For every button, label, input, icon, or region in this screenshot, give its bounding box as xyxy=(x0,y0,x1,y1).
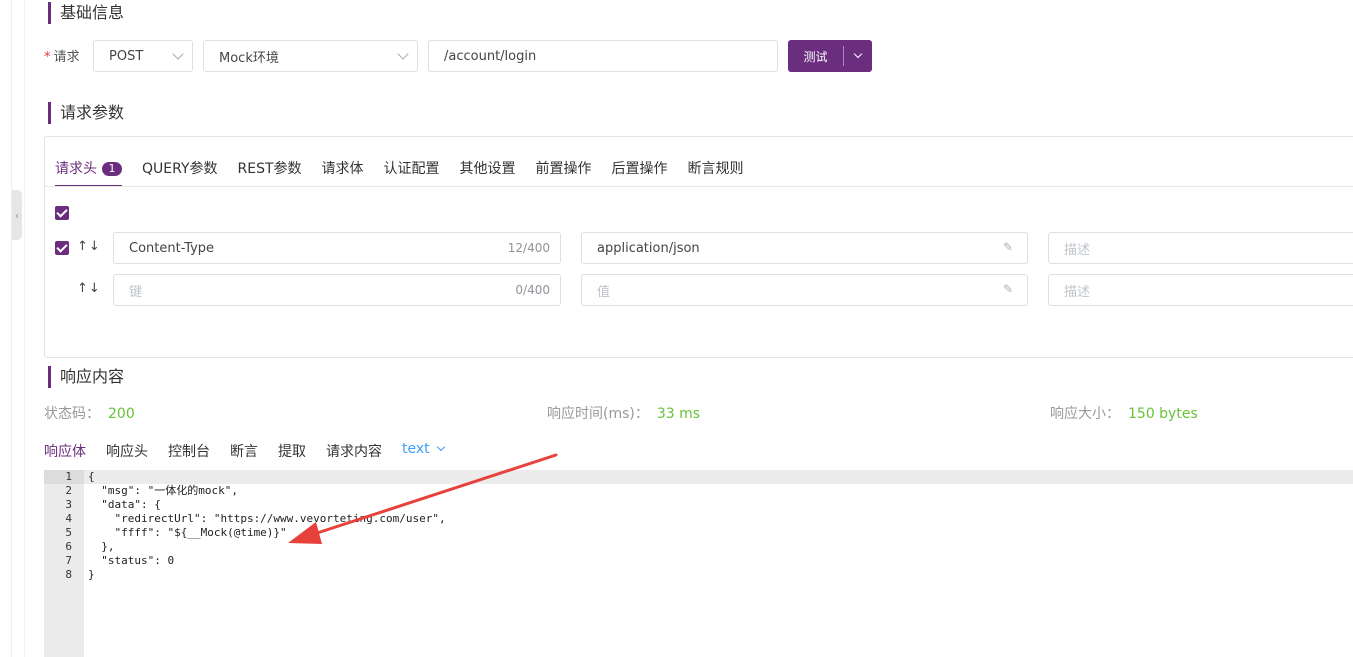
header-value-text: application/json xyxy=(597,240,700,256)
line-number: 1 xyxy=(65,470,72,483)
count-badge: 1 xyxy=(102,162,122,176)
line-number: 8 xyxy=(65,568,72,581)
param-tabs: 请求头 1 QUERY参数 REST参数 请求体 认证配置 其他设置 前置操作 后… xyxy=(55,155,764,187)
line-number: 2 xyxy=(65,484,72,497)
code-line: 5 "ffff": "${__Mock(@time)}" xyxy=(44,526,1353,540)
sort-arrows-icon[interactable]: ↑↓ xyxy=(77,239,101,254)
value-placeholder: 值 xyxy=(597,284,611,300)
tab-pre-operations[interactable]: 前置操作 xyxy=(536,155,592,187)
tab-other-settings[interactable]: 其他设置 xyxy=(460,155,516,187)
request-label-text: 请求 xyxy=(53,50,80,65)
section-title-response: 响应内容 xyxy=(48,366,124,388)
tab-request-headers[interactable]: 请求头 1 xyxy=(55,155,122,187)
sort-arrows-icon[interactable]: ↑↓ xyxy=(77,281,101,296)
left-rail xyxy=(0,0,25,657)
chevron-left-icon: ‹ xyxy=(14,208,20,222)
tab-query-params[interactable]: QUERY参数 xyxy=(142,155,218,187)
header-desc-input[interactable]: 描述 xyxy=(1048,232,1353,264)
key-placeholder: 键 xyxy=(129,284,143,300)
line-code: "status": 0 xyxy=(88,554,175,567)
test-dropdown-button[interactable] xyxy=(844,40,872,72)
header-row-checkbox[interactable] xyxy=(55,241,69,255)
header-key-input[interactable]: Content-Type 12/400 xyxy=(113,232,561,264)
environment-select[interactable]: Mock环境 xyxy=(203,40,418,72)
tab-console[interactable]: 控制台 xyxy=(168,441,210,465)
line-code: "msg": "一体化的mock", xyxy=(88,484,238,497)
tab-extract[interactable]: 提取 xyxy=(278,441,306,465)
chevron-down-icon xyxy=(436,442,445,452)
test-button[interactable]: 测试 xyxy=(788,46,844,66)
line-number: 3 xyxy=(65,498,72,511)
code-line: 6 }, xyxy=(44,540,1353,554)
section-title-basic-info: 基础信息 xyxy=(48,2,124,24)
response-editor[interactable]: 1{ 2 "msg": "一体化的mock", 3 "data": { 4 "r… xyxy=(44,470,1353,657)
status-label: 状态码： xyxy=(44,406,100,422)
line-code: }, xyxy=(88,540,115,553)
edit-icon[interactable]: ✎ xyxy=(1003,282,1017,296)
line-code: "data": { xyxy=(88,498,161,511)
tab-response-headers[interactable]: 响应头 xyxy=(106,441,148,465)
edit-icon[interactable]: ✎ xyxy=(1003,240,1017,254)
format-value: text xyxy=(402,441,430,457)
code-line: 8} xyxy=(44,568,1353,582)
line-code: } xyxy=(88,568,95,581)
response-time: 响应时间(ms)： 33 ms xyxy=(547,403,700,423)
status-code: 状态码： 200 xyxy=(44,403,135,423)
code-line: 3 "data": { xyxy=(44,498,1353,512)
collapse-sidebar-handle[interactable]: ‹ xyxy=(12,190,22,240)
header-value-input[interactable]: application/json ✎ xyxy=(581,232,1028,264)
tab-label: 请求头 xyxy=(55,161,97,177)
tab-request-content[interactable]: 请求内容 xyxy=(326,441,382,465)
line-number: 5 xyxy=(65,526,72,539)
size-label: 响应大小： xyxy=(1050,406,1120,422)
line-code: { xyxy=(88,470,95,483)
desc-placeholder: 描述 xyxy=(1064,242,1091,258)
url-value: /account/login xyxy=(444,48,537,64)
header-value-input[interactable]: 值 ✎ xyxy=(581,274,1028,306)
test-button-group: 测试 xyxy=(788,40,872,72)
line-code: "ffff": "${__Mock(@time)}" xyxy=(88,526,287,539)
section-title-request-params: 请求参数 xyxy=(48,102,124,124)
size-value: 150 bytes xyxy=(1128,406,1198,422)
char-count: 12/400 xyxy=(507,241,550,255)
url-input[interactable]: /account/login xyxy=(428,40,778,72)
tab-post-operations[interactable]: 后置操作 xyxy=(612,155,668,187)
line-code: "redirectUrl": "https://www.vevorteting.… xyxy=(88,512,446,525)
char-count: 0/400 xyxy=(515,283,550,297)
code-line: 4 "redirectUrl": "https://www.vevortetin… xyxy=(44,512,1353,526)
code-line: 7 "status": 0 xyxy=(44,554,1353,568)
line-number: 7 xyxy=(65,554,72,567)
line-number: 4 xyxy=(65,512,72,525)
tab-rest-params[interactable]: REST参数 xyxy=(238,155,302,187)
response-tabs: 响应体 响应头 控制台 断言 提取 请求内容 text xyxy=(44,441,464,465)
method-select[interactable]: POST xyxy=(93,40,193,72)
header-key-input[interactable]: 键 0/400 xyxy=(113,274,561,306)
tabs-divider xyxy=(45,186,1353,187)
chevron-down-icon xyxy=(172,48,184,60)
tab-response-body[interactable]: 响应体 xyxy=(44,441,86,465)
tab-assertion-rules[interactable]: 断言规则 xyxy=(688,155,744,187)
header-key-value: Content-Type xyxy=(129,240,215,256)
tab-auth-config[interactable]: 认证配置 xyxy=(384,155,440,187)
time-label: 响应时间(ms)： xyxy=(547,406,649,422)
time-value: 33 ms xyxy=(656,406,701,422)
header-desc-input[interactable]: 描述 xyxy=(1048,274,1353,306)
format-select[interactable]: text xyxy=(402,441,445,465)
chevron-down-icon xyxy=(853,49,863,59)
tab-assertions[interactable]: 断言 xyxy=(230,441,258,465)
chevron-down-icon xyxy=(397,48,409,60)
status-value: 200 xyxy=(108,406,135,422)
environment-value: Mock环境 xyxy=(219,50,279,66)
required-mark: * xyxy=(44,50,51,65)
code-line: 1{ xyxy=(44,470,1353,484)
code-line: 2 "msg": "一体化的mock", xyxy=(44,484,1353,498)
request-label: * 请求 xyxy=(44,46,80,65)
tab-request-body[interactable]: 请求体 xyxy=(322,155,364,187)
select-all-checkbox[interactable] xyxy=(55,206,69,220)
method-value: POST xyxy=(109,48,144,64)
response-size: 响应大小： 150 bytes xyxy=(1050,403,1198,423)
line-number: 6 xyxy=(65,540,72,553)
desc-placeholder: 描述 xyxy=(1064,284,1091,300)
